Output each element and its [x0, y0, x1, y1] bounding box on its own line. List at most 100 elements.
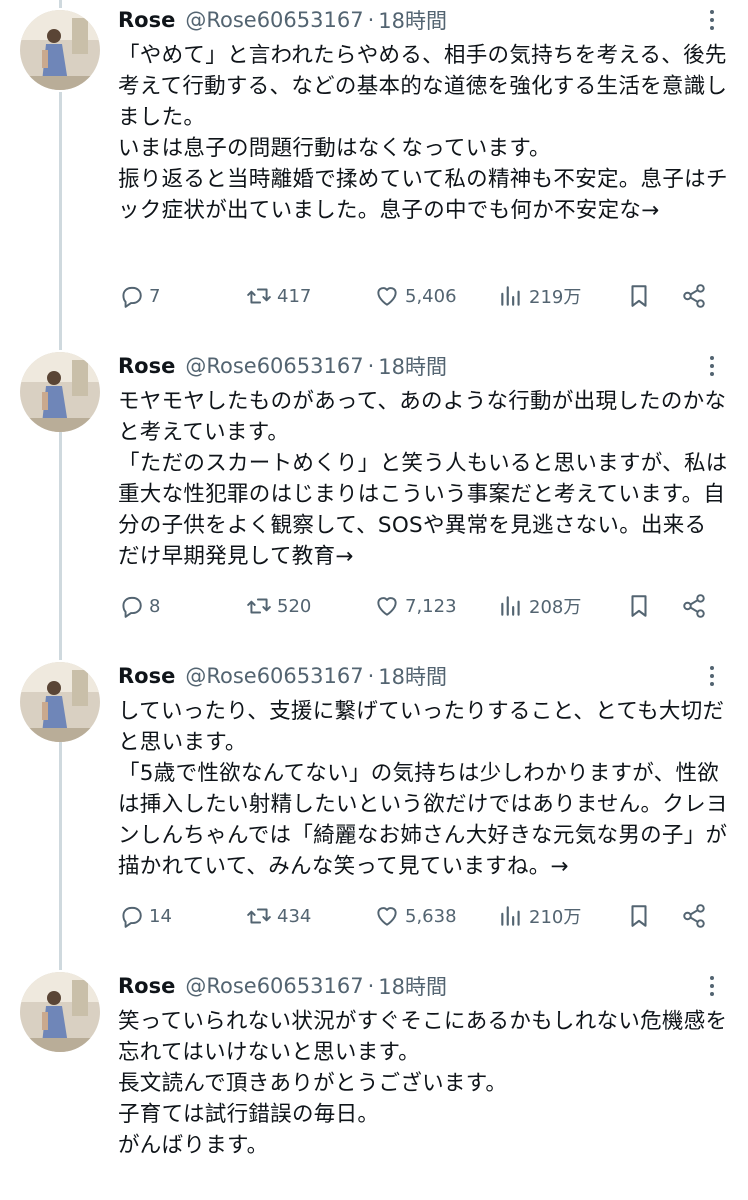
reply-button[interactable]: 8 — [118, 588, 160, 624]
bookmark-icon — [631, 595, 647, 617]
retweet-icon — [247, 288, 271, 304]
like-button[interactable]: 5,638 — [374, 898, 457, 934]
retweet-button[interactable]: 434 — [246, 898, 311, 934]
reply-icon — [122, 906, 142, 928]
text-line: 笑っていられない状況がすぐそこにあるかもしれない危機感を — [118, 1009, 728, 1034]
tweet-text: モヤモヤしたものがあって、あのような行動が出現したのかな と考えています。 「た… — [118, 386, 733, 572]
tweet-header: Rose @Rose60653167 · 18時間 — [118, 0, 447, 40]
avatar[interactable] — [20, 352, 100, 432]
timestamp[interactable]: 18時間 — [378, 5, 447, 35]
author-handle[interactable]: @Rose60653167 — [185, 8, 363, 32]
reply-button[interactable]: 14 — [118, 898, 172, 934]
like-button[interactable]: 7,123 — [374, 588, 457, 624]
text-line: 考えて行動する、などの基本的な道徳を強化する生活を意識し — [118, 74, 728, 99]
text-line: モヤモヤしたものがあって、あのような行動が出現したのかな — [118, 389, 727, 414]
more-dots-icon[interactable] — [700, 8, 724, 32]
tweet-text: していったり、支援に繋げていったりすること、とても大切だ と思います。 「5歳で… — [118, 696, 733, 882]
tweet[interactable]: Rose @Rose60653167 · 18時間 していったり、支援に繋げてい… — [0, 656, 748, 966]
text-line: ック症状が出ていました。息子の中でも何か不安定な→ — [118, 198, 660, 223]
views-chart-icon — [501, 596, 520, 616]
tweet-text: 笑っていられない状況がすぐそこにあるかもしれない危機感を 忘れてはいけないと思い… — [118, 1006, 733, 1161]
text-line: と考えています。 — [118, 420, 290, 445]
text-line: 長文読んで頂きありがとうございます。 — [118, 1071, 508, 1096]
like-count: 5,406 — [405, 285, 457, 307]
share-button[interactable] — [681, 898, 707, 934]
avatar-image — [20, 352, 100, 432]
author-handle[interactable]: @Rose60653167 — [185, 354, 363, 378]
tweet-header: Rose @Rose60653167 · 18時間 — [118, 966, 447, 1006]
text-line: 描かれていて、みんな笑って見ていますね。→ — [118, 854, 569, 879]
tweet-actions: 14 434 5,638 210万 — [118, 898, 718, 934]
timestamp[interactable]: 18時間 — [378, 661, 447, 691]
text-line: ました。 — [118, 105, 206, 130]
like-count: 7,123 — [405, 595, 457, 617]
author-handle[interactable]: @Rose60653167 — [185, 664, 363, 688]
separator: · — [367, 664, 375, 688]
reply-icon — [122, 286, 142, 308]
retweet-icon — [247, 598, 271, 614]
tweet-header: Rose @Rose60653167 · 18時間 — [118, 656, 447, 696]
retweet-button[interactable]: 520 — [246, 588, 311, 624]
text-line: がんばります。 — [118, 1133, 269, 1158]
author-name[interactable]: Rose — [118, 8, 175, 32]
text-line: は挿入したい射精したいという欲だけではありません。クレヨ — [118, 792, 728, 817]
bookmark-button[interactable] — [626, 278, 652, 314]
heart-icon — [377, 597, 397, 616]
reply-count: 8 — [149, 595, 161, 617]
bookmark-icon — [631, 285, 647, 307]
more-dots-icon[interactable] — [700, 664, 724, 688]
heart-icon — [377, 287, 397, 306]
like-count: 5,638 — [405, 905, 457, 927]
more-dots-icon[interactable] — [700, 354, 724, 378]
timestamp[interactable]: 18時間 — [378, 971, 447, 1001]
heart-icon — [377, 907, 397, 926]
like-button[interactable]: 5,406 — [374, 278, 457, 314]
text-line: 分の子供をよく観察して、SOSや異常を見逃さない。出来る — [118, 513, 707, 538]
avatar-image — [20, 972, 100, 1052]
share-icon — [683, 594, 705, 618]
share-icon — [683, 284, 705, 308]
bookmark-button[interactable] — [626, 898, 652, 934]
views-button[interactable]: 219万 — [498, 278, 581, 314]
tweet[interactable]: Rose @Rose60653167 · 18時間 「やめて」と言われたらやめる… — [0, 0, 748, 340]
author-name[interactable]: Rose — [118, 664, 175, 688]
tweet-text: 「やめて」と言われたらやめる、相手の気持ちを考える、後先 考えて行動する、などの… — [118, 40, 733, 226]
share-button[interactable] — [681, 278, 707, 314]
views-button[interactable]: 210万 — [498, 898, 581, 934]
reply-count: 14 — [149, 905, 172, 927]
separator: · — [367, 354, 375, 378]
views-count: 208万 — [529, 597, 582, 618]
author-handle[interactable]: @Rose60653167 — [185, 974, 363, 998]
text-line: 「ただのスカートめくり」と笑う人もいると思いますが、私は — [118, 451, 728, 476]
bookmark-button[interactable] — [626, 588, 652, 624]
avatar-image — [20, 10, 100, 90]
tweet[interactable]: Rose @Rose60653167 · 18時間 モヤモヤしたものがあって、あ… — [0, 346, 748, 656]
avatar[interactable] — [20, 662, 100, 742]
avatar[interactable] — [20, 10, 100, 90]
tweet-thread: Rose @Rose60653167 · 18時間 「やめて」と言われたらやめる… — [0, 0, 748, 1200]
text-line: いまは息子の問題行動はなくなっています。 — [118, 136, 551, 161]
reply-icon — [122, 596, 142, 618]
text-line: だけ早期発見して教育→ — [118, 544, 354, 569]
retweet-count: 434 — [277, 905, 312, 927]
text-line: 子育ては試行錯誤の毎日。 — [118, 1102, 380, 1127]
more-dots-icon[interactable] — [700, 974, 724, 998]
views-button[interactable]: 208万 — [498, 588, 581, 624]
tweet-actions: 7 417 5,406 219万 — [118, 278, 718, 314]
share-button[interactable] — [681, 588, 707, 624]
avatar[interactable] — [20, 972, 100, 1052]
tweet[interactable]: Rose @Rose60653167 · 18時間 笑っていられない状況がすぐそ… — [0, 966, 748, 1200]
retweet-button[interactable]: 417 — [246, 278, 311, 314]
reply-button[interactable]: 7 — [118, 278, 160, 314]
timestamp[interactable]: 18時間 — [378, 351, 447, 381]
bookmark-icon — [631, 905, 647, 927]
author-name[interactable]: Rose — [118, 974, 175, 998]
reply-count: 7 — [149, 285, 161, 307]
text-line: 「5歳で性欲なんてない」の気持ちは少しわかりますが、性欲 — [118, 761, 720, 786]
tweet-actions: 8 520 7,123 208万 — [118, 588, 718, 624]
author-name[interactable]: Rose — [118, 354, 175, 378]
share-icon — [683, 904, 705, 928]
views-chart-icon — [501, 906, 520, 926]
separator: · — [367, 8, 375, 32]
retweet-count: 417 — [277, 285, 312, 307]
